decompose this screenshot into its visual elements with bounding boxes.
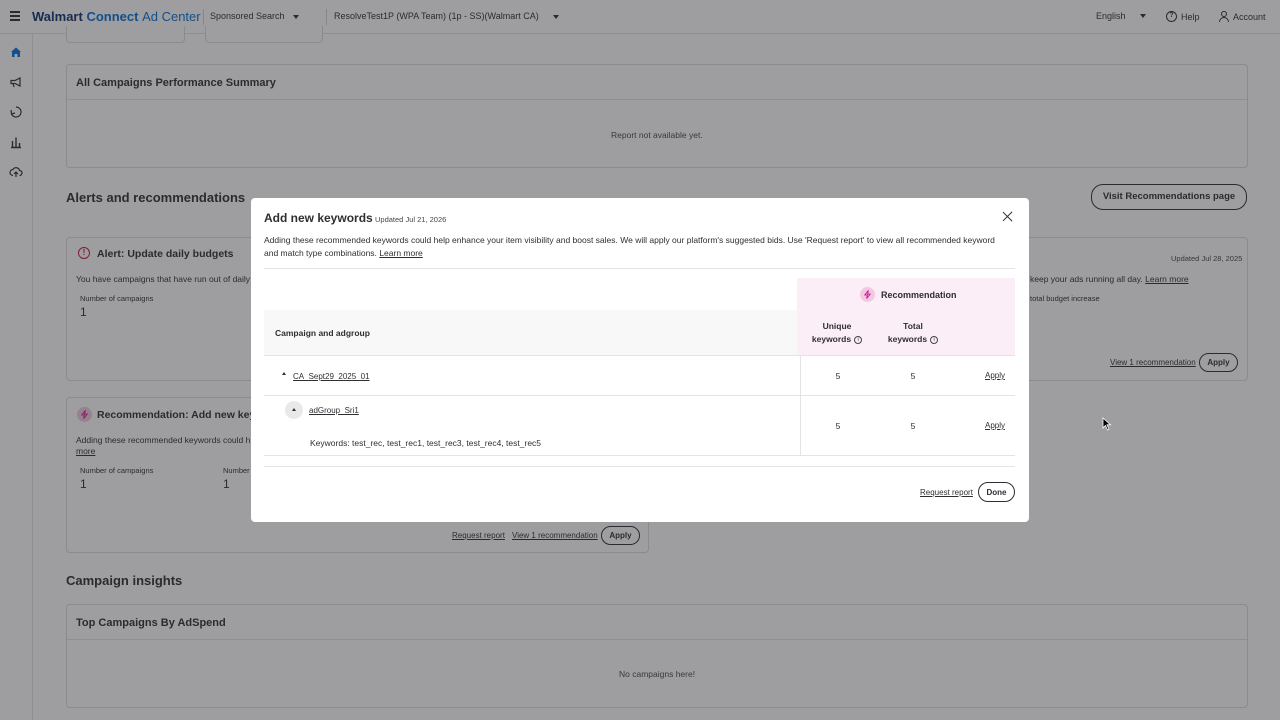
column-header-total-keywords: Total keywords i <box>887 320 939 346</box>
learn-more-link[interactable]: Learn more <box>379 248 422 258</box>
total-keywords-value: 5 <box>910 371 916 381</box>
unique-keywords-value: 5 <box>835 421 841 431</box>
modal-description: Adding these recommended keywords could … <box>264 234 1004 260</box>
adgroup-link[interactable]: adGroup_Sri1 <box>309 406 359 415</box>
divider <box>264 395 1015 396</box>
column-divider <box>800 356 801 455</box>
modal-updated-date: Updated Jul 21, 2026 <box>375 215 447 224</box>
request-report-link[interactable]: Request report <box>920 488 973 497</box>
info-icon[interactable]: i <box>930 335 939 344</box>
column-header-campaign: Campaign and adgroup <box>275 328 370 338</box>
column-header-unique-line2: keywords <box>811 334 852 344</box>
done-button[interactable]: Done <box>978 482 1015 502</box>
keywords-list: Keywords: test_rec, test_rec1, test_rec3… <box>310 438 542 448</box>
recommendation-header: Recommendation <box>860 287 957 302</box>
bolt-icon <box>860 287 875 302</box>
divider <box>264 455 1015 456</box>
recommendation-label: Recommendation <box>881 289 957 300</box>
collapse-adgroup-button[interactable] <box>285 401 303 419</box>
divider <box>264 466 1015 467</box>
collapse-caret-icon <box>291 408 296 411</box>
collapse-caret-icon[interactable] <box>282 372 286 375</box>
modal-title: Add new keywords <box>264 211 373 225</box>
divider <box>264 268 1015 269</box>
add-keywords-modal: Add new keywords Updated Jul 21, 2026 Ad… <box>251 198 1029 522</box>
modal-description-text: Adding these recommended keywords could … <box>264 235 995 258</box>
column-header-unique-line1: Unique <box>822 321 852 331</box>
apply-link[interactable]: Apply <box>985 421 1005 430</box>
column-header-total-line1: Total <box>903 321 923 331</box>
total-keywords-value: 5 <box>910 421 916 431</box>
unique-keywords-value: 5 <box>835 371 841 381</box>
close-icon[interactable] <box>1002 211 1014 223</box>
column-header-unique-keywords: Unique keywords i <box>811 320 863 346</box>
apply-link[interactable]: Apply <box>985 371 1005 380</box>
info-icon[interactable]: i <box>854 335 863 344</box>
divider <box>264 355 1015 356</box>
campaign-link[interactable]: CA_Sept29_2025_01 <box>293 372 370 381</box>
column-header-total-line2: keywords <box>887 334 928 344</box>
